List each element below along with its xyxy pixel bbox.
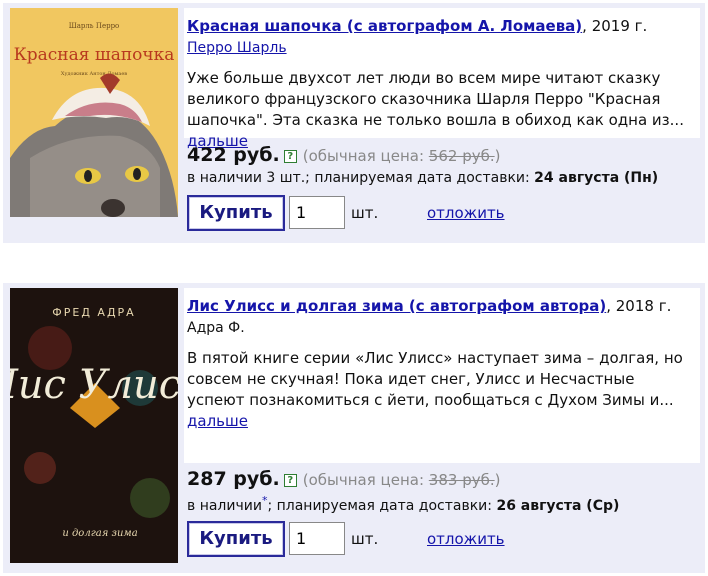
regular-price: 383 руб. bbox=[428, 471, 495, 489]
availability-text: ; планируемая дата доставки: bbox=[267, 498, 497, 514]
unit-label: шт. bbox=[351, 204, 379, 222]
book-year: , 2019 г. bbox=[582, 17, 648, 35]
delivery-date: 26 августа (Ср) bbox=[496, 498, 620, 514]
buy-button[interactable]: Купить bbox=[187, 521, 285, 557]
quantity-input[interactable] bbox=[289, 196, 345, 229]
book-title-link[interactable]: Лис Улисс и долгая зима (с автографом ав… bbox=[187, 297, 606, 315]
cover-illustrator: Художник Антон Ломаев bbox=[61, 71, 127, 77]
save-for-later-link[interactable]: отложить bbox=[427, 530, 505, 548]
availability-text: в наличии 3 шт.; планируемая дата достав… bbox=[187, 170, 535, 186]
availability-prefix: в наличии bbox=[187, 498, 262, 514]
save-for-later-link[interactable]: отложить bbox=[427, 204, 505, 222]
book-title-link[interactable]: Красная шапочка (с автографом А. Ломаева… bbox=[187, 17, 582, 35]
author-name: Адра Ф. bbox=[187, 320, 245, 336]
regular-price-close: ) bbox=[494, 471, 501, 489]
cover-title: Красная шапочка bbox=[14, 45, 175, 65]
price: 422 руб. bbox=[187, 144, 280, 166]
more-link[interactable]: дальше bbox=[187, 412, 248, 430]
book-description: В пятой книге серии «Лис Улисс» наступае… bbox=[187, 349, 683, 409]
regular-price: 562 руб. bbox=[428, 147, 495, 165]
product-card: ФРЕД АДРА Лис Улисс и долгая зима Лис Ул… bbox=[3, 283, 705, 573]
info-icon[interactable]: ? bbox=[283, 474, 297, 487]
product-card: Шарль Перро Красная шапочка Художник Ант… bbox=[3, 3, 705, 243]
buy-button[interactable]: Купить bbox=[187, 195, 285, 231]
delivery-date: 24 августа (Пн) bbox=[534, 170, 659, 186]
quantity-input[interactable] bbox=[289, 522, 345, 555]
price: 287 руб. bbox=[187, 468, 280, 490]
cover-title: Лис Улисс bbox=[10, 362, 178, 408]
cover-subtitle: и долгая зима bbox=[62, 528, 137, 539]
cover-author: Шарль Перро bbox=[69, 22, 120, 30]
book-cover-image[interactable]: ФРЕД АДРА Лис Улисс и долгая зима bbox=[10, 288, 178, 563]
book-year: , 2018 г. bbox=[606, 297, 672, 315]
info-icon[interactable]: ? bbox=[283, 150, 297, 163]
regular-price-close: ) bbox=[494, 147, 501, 165]
regular-price-label: (обычная цена: bbox=[302, 471, 429, 489]
book-description: Уже больше двухсот лет люди во всем мире… bbox=[187, 69, 684, 129]
unit-label: шт. bbox=[351, 530, 379, 548]
book-cover-image[interactable]: Шарль Перро Красная шапочка Художник Ант… bbox=[10, 8, 178, 217]
regular-price-label: (обычная цена: bbox=[302, 147, 429, 165]
cover-author: ФРЕД АДРА bbox=[52, 306, 135, 319]
author-link[interactable]: Перро Шарль bbox=[187, 40, 287, 56]
